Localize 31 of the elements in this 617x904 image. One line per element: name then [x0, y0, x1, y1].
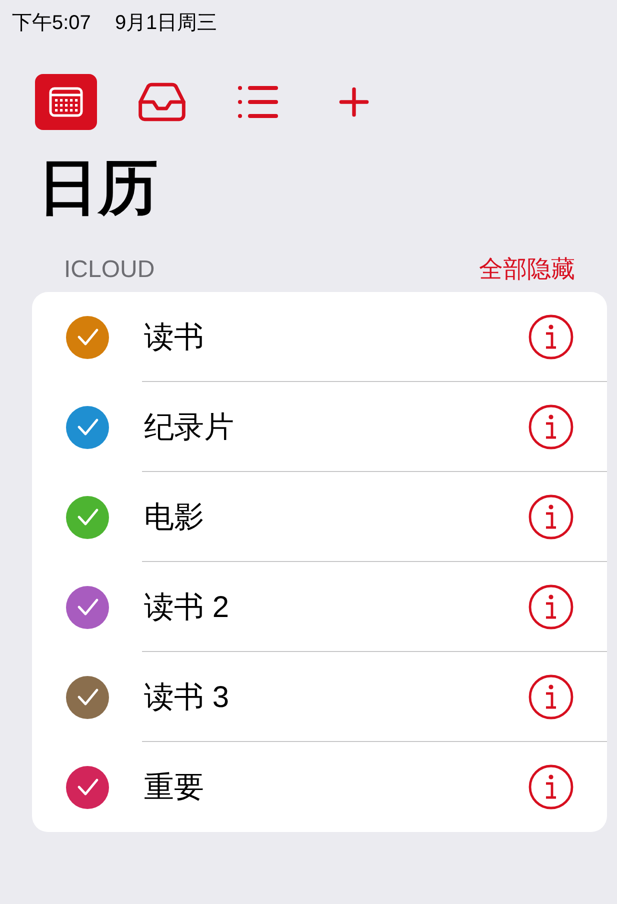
- calendar-name[interactable]: 纪录片: [144, 404, 528, 450]
- calendar-name[interactable]: 重要: [144, 764, 528, 810]
- info-icon[interactable]: [528, 764, 574, 810]
- calendar-tab[interactable]: [35, 74, 97, 130]
- info-icon[interactable]: [528, 584, 574, 630]
- checkmark-icon: [76, 327, 100, 347]
- calendar-name[interactable]: 电影: [144, 494, 528, 540]
- calendar-checkbox[interactable]: [66, 676, 109, 718]
- calendar-checkbox[interactable]: [66, 316, 109, 358]
- info-icon[interactable]: [528, 494, 574, 540]
- checkmark-icon: [76, 417, 100, 437]
- checkmark-icon: [76, 687, 100, 707]
- calendar-icon: [49, 87, 83, 117]
- calendar-checkbox[interactable]: [66, 766, 109, 808]
- info-icon[interactable]: [528, 674, 574, 720]
- status-time: 下午5:07: [12, 11, 91, 36]
- hide-all-button[interactable]: 全部隐藏: [479, 252, 575, 288]
- info-icon[interactable]: [528, 404, 574, 450]
- calendar-checkbox[interactable]: [66, 496, 109, 538]
- checkmark-icon: [76, 597, 100, 617]
- calendar-name[interactable]: 读书 3: [144, 674, 528, 720]
- checkmark-icon: [76, 777, 100, 797]
- info-icon[interactable]: [528, 314, 574, 360]
- page-title: 日历: [38, 153, 158, 223]
- calendar-checkbox[interactable]: [66, 406, 109, 448]
- calendar-name[interactable]: 读书: [144, 314, 528, 360]
- calendar-name[interactable]: 读书 2: [144, 584, 528, 630]
- calendar-checkbox[interactable]: [66, 586, 109, 628]
- section-header: ICLOUD: [64, 255, 155, 285]
- checkmark-icon: [76, 507, 100, 527]
- status-date: 9月1日周三: [114, 11, 218, 36]
